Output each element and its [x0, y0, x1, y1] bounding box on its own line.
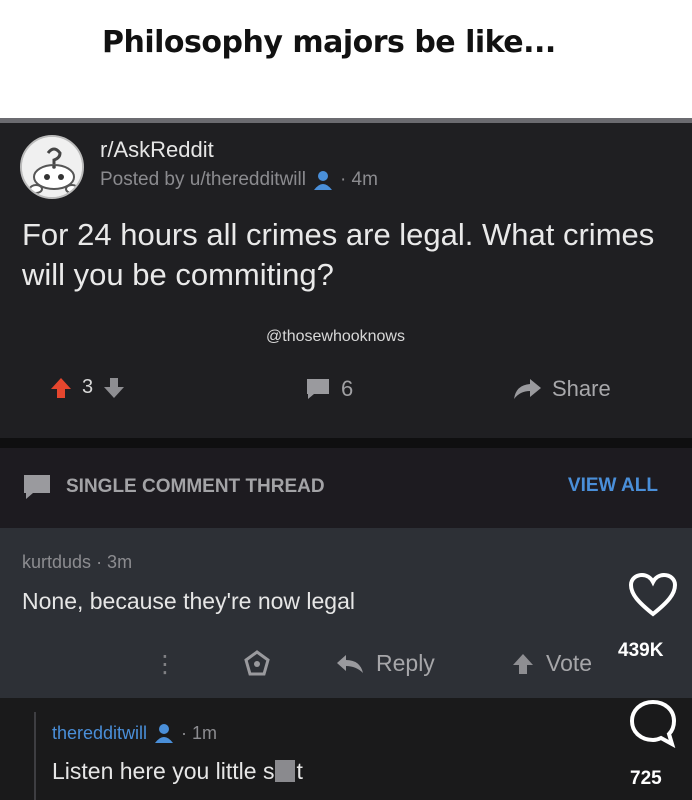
post-meta: Posted by u/theredditwill · 4m: [100, 169, 378, 191]
post-title[interactable]: For 24 hours all crimes are legal. What …: [22, 215, 662, 295]
subreddit-avatar[interactable]: [20, 135, 84, 199]
comment-author[interactable]: kurtduds: [22, 552, 91, 572]
overlay-comment-count: 725: [630, 768, 662, 789]
comment-meta: kurtduds · 3m: [22, 552, 132, 573]
op-user-icon: [155, 724, 174, 743]
upvote-count: 3: [82, 376, 94, 398]
more-options-icon[interactable]: ⋮: [153, 650, 177, 679]
caption-text: Philosophy majors be like...: [88, 17, 570, 68]
reply-label: Reply: [376, 650, 435, 676]
social-overlay: 439K 725: [618, 560, 692, 800]
share-label: Share: [552, 376, 611, 401]
thread-line[interactable]: [34, 712, 36, 800]
section-gap: [0, 438, 692, 448]
share-button[interactable]: Share: [512, 376, 611, 402]
snoo-question-icon: [22, 137, 82, 197]
share-arrow-icon: [514, 379, 541, 399]
comment-bubble-icon: [307, 379, 329, 399]
user-icon: [313, 171, 332, 190]
comment-vote: Vote: [512, 650, 592, 677]
comment-body: None, because they're now legal: [22, 588, 355, 614]
subreddit-name[interactable]: r/AskReddit: [100, 137, 214, 163]
thread-label: SINGLE COMMENT THREAD: [66, 476, 325, 497]
comments-overlay-button[interactable]: [628, 698, 678, 753]
reply-meta: theredditwill · 1m: [52, 722, 217, 744]
comments-button[interactable]: 6: [305, 376, 353, 402]
heart-icon: [628, 572, 678, 617]
award-button[interactable]: [244, 650, 270, 681]
watermark: @thosewhooknows: [266, 328, 405, 345]
reply-comment: theredditwill · 1m Listen here you littl…: [0, 698, 692, 800]
post-card: r/AskReddit Posted by u/theredditwill · …: [0, 123, 692, 438]
single-comment-thread-bar: SINGLE COMMENT THREAD VIEW ALL: [0, 448, 692, 528]
post-age: · 4m: [339, 169, 378, 190]
like-count: 439K: [618, 640, 664, 661]
view-all-link[interactable]: VIEW ALL: [568, 475, 658, 497]
vote-control: 3: [50, 376, 125, 399]
reply-age: · 1m: [181, 722, 218, 743]
posted-by[interactable]: Posted by u/theredditwill: [100, 169, 306, 191]
reply-body: Listen here you little s t: [52, 758, 303, 785]
thread-label-group: SINGLE COMMENT THREAD: [22, 473, 325, 501]
reply-author[interactable]: theredditwill: [52, 723, 147, 744]
reply-text-start: Listen here you little s: [52, 758, 275, 784]
comment-thread-icon: [24, 475, 50, 499]
post-actions: 3 6 Share: [0, 368, 692, 412]
vote-label: Vote: [546, 650, 593, 676]
comment-upvote-icon[interactable]: [512, 653, 534, 675]
reply-button[interactable]: Reply: [336, 650, 435, 677]
reply-arrow-icon: [337, 654, 363, 673]
censor-block: [275, 760, 296, 782]
like-button[interactable]: [628, 572, 678, 623]
reply-text-end: t: [296, 758, 303, 784]
upvote-icon[interactable]: [50, 377, 72, 399]
downvote-icon[interactable]: [103, 377, 125, 399]
award-icon: [244, 650, 270, 676]
caption-banner: Philosophy majors be like...: [0, 0, 692, 120]
chat-bubble-icon: [629, 699, 677, 749]
comment: kurtduds · 3m None, because they're now …: [0, 528, 692, 698]
comments-count: 6: [341, 376, 354, 401]
comment-age: · 3m: [96, 552, 133, 572]
comment-actions: ⋮ Reply Vote: [0, 646, 692, 686]
